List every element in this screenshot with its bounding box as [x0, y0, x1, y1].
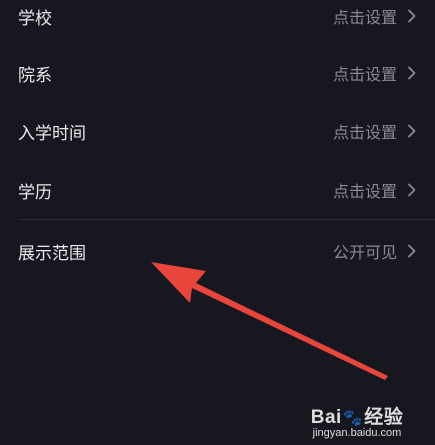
row-label: 学校 — [18, 8, 52, 29]
section-divider — [18, 219, 435, 220]
row-label: 展示范围 — [18, 243, 86, 264]
row-value: 点击设置 — [332, 182, 397, 201]
chevron-right-icon — [408, 244, 416, 258]
row-label: 入学时间 — [18, 123, 86, 144]
settings-row-education[interactable]: 学历 点击设置 — [0, 161, 435, 219]
watermark-logo: Bai🐾经验 — [310, 407, 404, 428]
row-label: 学历 — [18, 182, 52, 203]
row-label: 院系 — [18, 65, 52, 86]
settings-row-enrollment-date[interactable]: 入学时间 点击设置 — [0, 102, 435, 160]
settings-row-department[interactable]: 院系 点击设置 — [0, 44, 435, 102]
chevron-right-icon — [408, 183, 416, 197]
settings-row-visibility[interactable]: 展示范围 公开可见 — [0, 222, 435, 280]
row-value: 点击设置 — [332, 65, 397, 84]
chevron-right-icon — [408, 124, 416, 138]
chevron-right-icon — [408, 66, 416, 80]
settings-row-school[interactable]: 学校 点击设置 — [0, 0, 435, 45]
baidu-jingyan-watermark: Bai🐾经验 jingyan.baidu.com — [297, 402, 417, 439]
paw-icon: 🐾 — [342, 410, 364, 427]
row-value: 公开可见 — [332, 243, 397, 262]
chevron-right-icon — [408, 9, 416, 23]
row-value: 点击设置 — [332, 8, 397, 27]
row-value: 点击设置 — [332, 123, 397, 142]
watermark-url: jingyan.baidu.com — [312, 427, 402, 439]
